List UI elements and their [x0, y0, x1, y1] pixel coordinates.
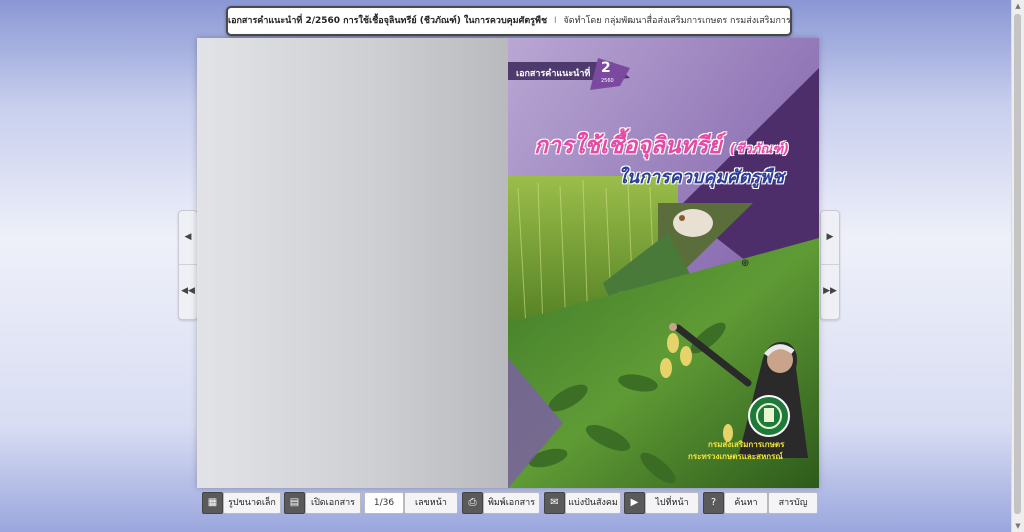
thumbnails-icon[interactable]: ▦: [202, 492, 223, 514]
cover-title-parenthetical: (ชีวภัณฑ์): [729, 142, 790, 157]
scroll-down-arrow-icon[interactable]: ▼: [1012, 520, 1024, 532]
flipbook[interactable]: เอกสารคำแนะนำที่ 2 2560 การใช้เชื้อจุลิน…: [197, 38, 819, 488]
share-icon[interactable]: ✉: [544, 492, 565, 514]
cover-series-label: เอกสารคำแนะนำที่: [516, 69, 591, 79]
left-navigation: ◀ ◀◀: [178, 210, 198, 320]
cover-series-number: 2: [601, 60, 611, 76]
help-icon[interactable]: ?: [703, 492, 724, 514]
page-number-button[interactable]: เลขหน้า: [404, 492, 458, 514]
open-document-button[interactable]: เปิดเอกสาร: [305, 492, 361, 514]
first-page-button[interactable]: ◀◀: [179, 265, 197, 318]
table-of-contents-button[interactable]: สารบัญ: [768, 492, 818, 514]
thumbnails-button[interactable]: รูปขนาดเล็ก: [223, 492, 281, 514]
cover-artwork: [508, 38, 819, 488]
zoom-cursor-icon: ⊕: [741, 258, 750, 269]
go-to-page-icon[interactable]: ▶: [624, 492, 645, 514]
scroll-up-arrow-icon[interactable]: ▲: [1012, 0, 1024, 12]
cover-page[interactable]: เอกสารคำแนะนำที่ 2 2560 การใช้เชื้อจุลิน…: [508, 38, 819, 488]
print-icon[interactable]: ⎙: [462, 492, 483, 514]
search-button[interactable]: ค้นหา: [724, 492, 768, 514]
window-scrollbar[interactable]: ▲ ▼: [1011, 0, 1024, 532]
cover-org-line2: กระทรวงเกษตรและสหกรณ์: [688, 452, 783, 461]
page-number-input[interactable]: 1/36: [364, 492, 404, 514]
cover-title-line2: ในการควบคุมศัตรูพืช: [618, 167, 785, 188]
cover-series-year: 2560: [601, 78, 614, 84]
document-publisher: จัดทำโดย กลุ่มพัฒนาสื่อส่งเสริมการเกษตร …: [563, 16, 792, 26]
print-button[interactable]: พิมพ์เอกสาร: [483, 492, 540, 514]
previous-page-button[interactable]: ◀: [179, 211, 197, 265]
document-title-bar: เอกสารคำแนะนำที่ 2/2560 การใช้เชื้อจุลิน…: [226, 6, 792, 36]
open-document-icon[interactable]: ▤: [284, 492, 305, 514]
cover-title-line1: การใช้เชื้อจุลินทรีย์ (ชีวภัณฑ์): [534, 128, 789, 164]
scrollbar-thumb[interactable]: [1014, 14, 1021, 514]
title-separator: I: [553, 16, 557, 26]
go-to-page-button[interactable]: ไปที่หน้า: [645, 492, 699, 514]
last-page-button[interactable]: ▶▶: [821, 265, 839, 318]
next-page-button[interactable]: ▶: [821, 211, 839, 265]
right-navigation: ▶ ▶▶: [820, 210, 840, 320]
share-button[interactable]: แบ่งปันสังคม: [565, 492, 621, 514]
cover-title-main: การใช้เชื้อจุลินทรีย์: [534, 133, 722, 159]
document-title: เอกสารคำแนะนำที่ 2/2560 การใช้เชื้อจุลิน…: [228, 16, 548, 26]
blank-left-page: [197, 38, 508, 488]
